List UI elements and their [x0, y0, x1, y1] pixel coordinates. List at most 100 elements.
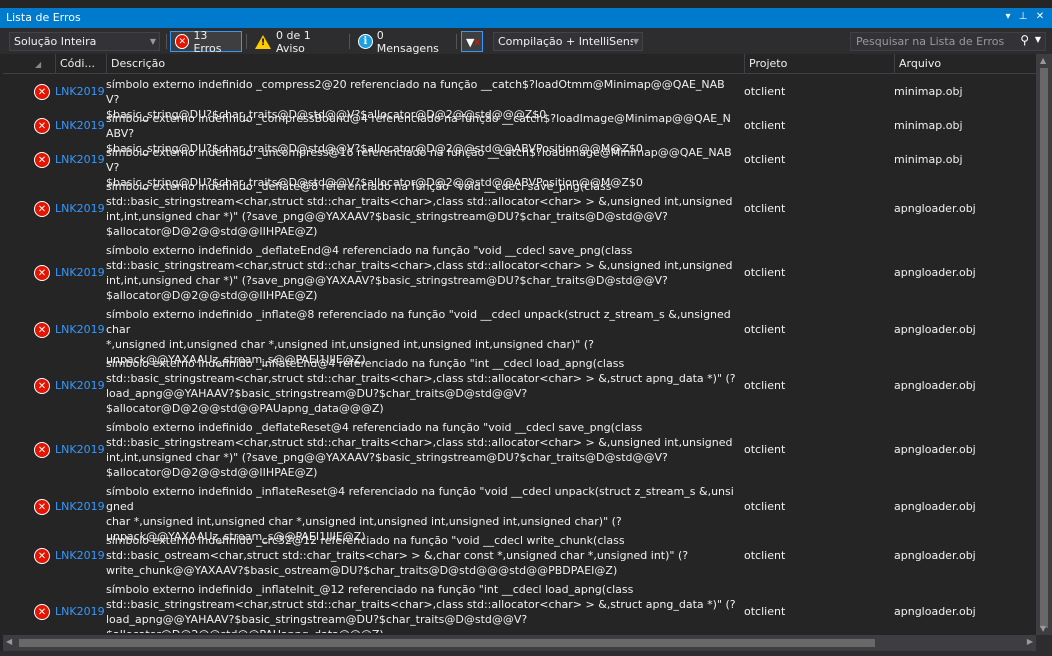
error-list: ✕ LNK2019 símbolo externo indefinido _comp… — [3, 75, 1036, 633]
error-icon: ✕ — [34, 84, 50, 100]
messages-filter-button[interactable]: i 0 Mensagens — [353, 28, 453, 55]
table-row[interactable]: ✕ LNK2019 símbolo externo indefinido _crc3… — [3, 531, 1036, 580]
title-bar: Lista de Erros ▾ ⊥ ✕ — [0, 0, 1052, 28]
error-icon: ✕ — [34, 499, 50, 515]
column-header-code[interactable]: Códi... — [55, 54, 106, 74]
error-project: otclient — [744, 85, 786, 98]
error-code-link[interactable]: LNK2019 — [55, 153, 105, 166]
scope-select-value: Solução Inteira — [14, 35, 97, 48]
error-code-link[interactable]: LNK2019 — [55, 323, 105, 336]
error-code-link[interactable]: LNK2019 — [55, 202, 105, 215]
table-row[interactable]: ✕ LNK2019 símbolo externo indefinido _infl… — [3, 305, 1036, 366]
error-icon: ✕ — [34, 322, 50, 338]
table-row[interactable]: ✕ LNK2019 símbolo externo indefinido _comp… — [3, 75, 1036, 121]
error-description: símbolo externo indefinido _inflateEnd@4… — [106, 357, 736, 415]
filter-button[interactable]: ▼ ✕ — [461, 31, 483, 52]
table-row[interactable]: ✕ LNK2019 símbolo externo indefinido _defl… — [3, 241, 1036, 305]
pin-icon[interactable]: ⊥ — [1016, 9, 1030, 25]
info-icon: i — [358, 34, 373, 49]
table-row[interactable]: ✕ LNK2019 símbolo externo indefinido _unco… — [3, 143, 1036, 189]
error-project: otclient — [744, 379, 786, 392]
scroll-left-icon[interactable]: ◀ — [6, 637, 12, 646]
error-project: otclient — [744, 153, 786, 166]
error-description: símbolo externo indefinido _inflateInit_… — [106, 583, 736, 633]
toolbar-divider — [349, 34, 350, 49]
error-project: otclient — [744, 500, 786, 513]
column-header-file[interactable]: Arquivo — [894, 54, 1045, 74]
bottom-edge — [0, 651, 1052, 656]
error-file: minimap.obj — [894, 119, 963, 132]
error-file: apngloader.obj — [894, 605, 976, 618]
error-icon: ✕ — [175, 34, 190, 49]
error-file: apngloader.obj — [894, 549, 976, 562]
toolbar-divider — [166, 34, 167, 49]
error-icon: ✕ — [34, 442, 50, 458]
search-input[interactable]: Pesquisar na Lista de Erros — [856, 35, 1004, 48]
toolbar-divider — [246, 34, 247, 49]
error-project: otclient — [744, 605, 786, 618]
search-options-icon[interactable]: ▼ — [1035, 35, 1041, 44]
error-file: minimap.obj — [894, 85, 963, 98]
sort-icon: ◢ — [35, 60, 42, 69]
table-row[interactable]: ✕ LNK2019 símbolo externo indefinido _infl… — [3, 482, 1036, 543]
errors-filter-button[interactable]: ✕ 13 Erros — [170, 28, 242, 55]
error-icon: ✕ — [34, 201, 50, 217]
toolbar-divider — [456, 34, 457, 49]
error-icon: ✕ — [34, 378, 50, 394]
horizontal-scrollbar[interactable]: ◀ ▶ — [3, 635, 1036, 651]
error-file: apngloader.obj — [894, 500, 976, 513]
search-icon[interactable]: ⚲ — [1020, 33, 1029, 47]
error-description: símbolo externo indefinido _deflateEnd@4… — [106, 244, 733, 302]
scroll-up-icon[interactable]: ▲ — [1040, 56, 1046, 65]
error-project: otclient — [744, 266, 786, 279]
error-code-link[interactable]: LNK2019 — [55, 549, 105, 562]
error-code-link[interactable]: LNK2019 — [55, 266, 105, 279]
chevron-down-icon: ▼ — [149, 37, 156, 46]
error-file: apngloader.obj — [894, 323, 976, 336]
scope-select[interactable]: Solução Inteira ▼ — [9, 32, 160, 51]
error-icon: ✕ — [34, 152, 50, 168]
error-icon: ✕ — [34, 118, 50, 134]
window-menu-dropdown-icon[interactable]: ▾ — [1001, 9, 1015, 25]
build-source-value: Compilação + IntelliSens — [498, 35, 636, 48]
search-box[interactable]: Pesquisar na Lista de Erros ⚲ ▼ — [850, 32, 1046, 51]
scrollbar-corner — [1036, 635, 1052, 651]
column-header-project[interactable]: Projeto — [744, 54, 894, 74]
error-code-link[interactable]: LNK2019 — [55, 605, 105, 618]
messages-filter-label: 0 Mensagens — [376, 28, 439, 55]
error-project: otclient — [744, 323, 786, 336]
error-project: otclient — [744, 443, 786, 456]
scroll-right-icon[interactable]: ▶ — [1027, 637, 1033, 646]
table-row[interactable]: ✕ LNK2019 símbolo externo indefinido _defl… — [3, 177, 1036, 241]
error-project: otclient — [744, 119, 786, 132]
warnings-filter-label: 0 de 1 Aviso — [276, 28, 311, 55]
error-project: otclient — [744, 549, 786, 562]
window-title: Lista de Erros — [6, 11, 81, 24]
error-file: apngloader.obj — [894, 202, 976, 215]
scroll-down-icon[interactable]: ▼ — [1040, 624, 1046, 633]
table-row[interactable]: ✕ LNK2019 símbolo externo indefinido _infl… — [3, 354, 1036, 418]
vertical-scroll-thumb[interactable] — [1040, 68, 1048, 628]
error-code-link[interactable]: LNK2019 — [55, 379, 105, 392]
chevron-down-icon: ▼ — [632, 34, 639, 50]
toolbar: Solução Inteira ▼ ✕ 13 Erros ! 0 de 1 Av… — [0, 28, 1052, 55]
error-code-link[interactable]: LNK2019 — [55, 119, 105, 132]
table-row[interactable]: ✕ LNK2019 símbolo externo indefinido _comp… — [3, 109, 1036, 155]
clear-filter-icon: ✕ — [473, 38, 482, 49]
error-code-link[interactable]: LNK2019 — [55, 85, 105, 98]
table-row[interactable]: ✕ LNK2019 símbolo externo indefinido _infl… — [3, 580, 1036, 633]
error-icon: ✕ — [34, 265, 50, 281]
error-code-link[interactable]: LNK2019 — [55, 500, 105, 513]
warnings-filter-button[interactable]: ! 0 de 1 Aviso — [250, 28, 345, 55]
column-header-description[interactable]: Descrição — [106, 54, 744, 74]
error-code-link[interactable]: LNK2019 — [55, 443, 105, 456]
horizontal-scroll-thumb[interactable] — [19, 639, 875, 647]
column-header-sort-icon[interactable]: ◢ — [31, 54, 55, 74]
errors-filter-label: 13 Erros — [193, 28, 222, 55]
vertical-scrollbar[interactable]: ▲ ▼ — [1036, 54, 1052, 635]
table-row[interactable]: ✕ LNK2019 símbolo externo indefinido _defl… — [3, 418, 1036, 482]
error-icon: ✕ — [34, 604, 50, 620]
error-description: símbolo externo indefinido _deflateReset… — [106, 421, 733, 479]
close-icon[interactable]: ✕ — [1033, 9, 1047, 25]
build-source-select[interactable]: Compilação + IntelliSens ▼ — [493, 32, 643, 51]
